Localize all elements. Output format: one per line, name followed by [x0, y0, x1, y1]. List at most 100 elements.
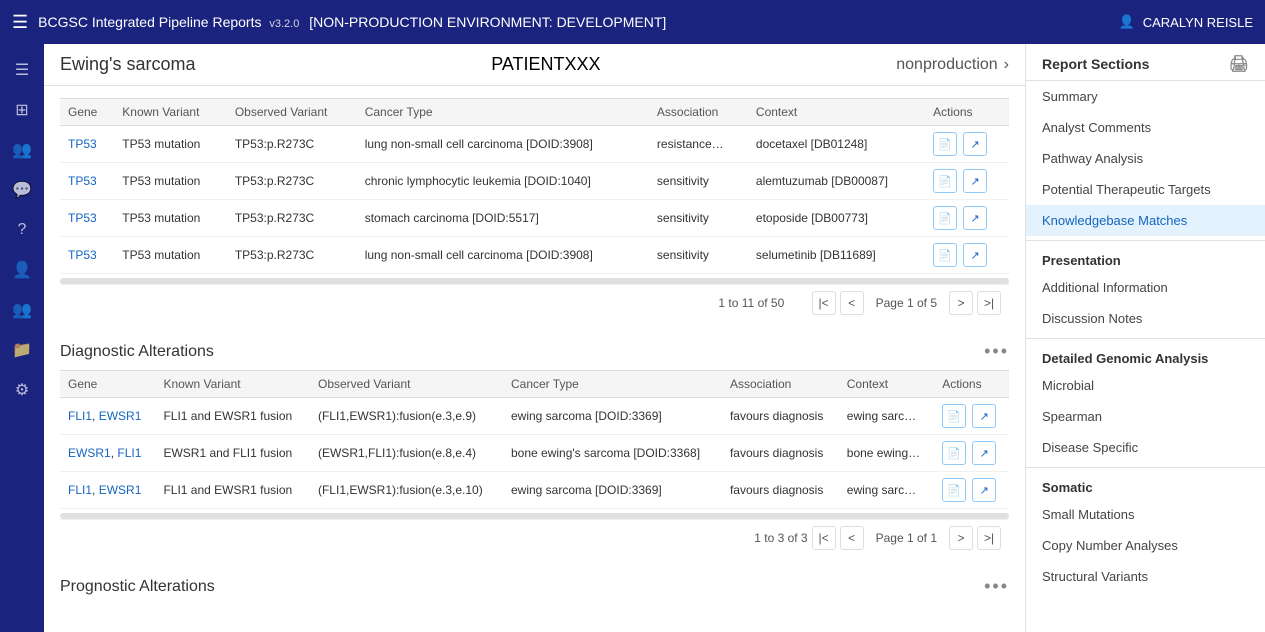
gene-cell: TP53: [60, 126, 114, 163]
right-sidebar: Report Sections 🖨 SummaryAnalyst Comment…: [1025, 44, 1265, 632]
gene-cell: FLI1, EWSR1: [60, 472, 155, 509]
gene-cell: FLI1, EWSR1: [60, 398, 155, 435]
table-row: TP53 TP53 mutation TP53:p.R273C lung non…: [60, 237, 1009, 274]
detail-btn[interactable]: 📄: [933, 206, 957, 230]
nav-help-icon[interactable]: ?: [4, 212, 40, 248]
sidebar-item-small-mutations[interactable]: Small Mutations: [1026, 499, 1265, 530]
known-variant-cell: TP53 mutation: [114, 126, 227, 163]
gene-link[interactable]: TP53: [68, 211, 97, 225]
username-label[interactable]: CARALYN REISLE: [1143, 15, 1253, 30]
gene-link[interactable]: FLI1: [117, 446, 141, 460]
sidebar-item-copy-number-analyses[interactable]: Copy Number Analyses: [1026, 530, 1265, 561]
context-cell: etoposide [DB00773]: [748, 200, 925, 237]
nav-profile-icon[interactable]: 👤: [4, 252, 40, 288]
sidebar-item-summary[interactable]: Summary: [1026, 81, 1265, 112]
sidebar-item-additional-information[interactable]: Additional Information: [1026, 272, 1265, 303]
prognostic-menu-btn[interactable]: •••: [984, 576, 1009, 597]
association-cell: favours diagnosis: [722, 472, 839, 509]
table-row: TP53 TP53 mutation TP53:p.R273C stomach …: [60, 200, 1009, 237]
detail-btn[interactable]: 📄: [942, 404, 966, 428]
cancer-type-cell: bone ewing's sarcoma [DOID:3368]: [503, 435, 722, 472]
diagnostic-menu-btn[interactable]: •••: [984, 341, 1009, 362]
prognostic-section-header: Prognostic Alterations •••: [60, 576, 1009, 597]
observed-variant-cell: (EWSR1,FLI1):fusion(e.8,e.4): [310, 435, 503, 472]
prev-page-btn[interactable]: <: [840, 291, 864, 315]
sidebar-item-potential-therapeutic-targets[interactable]: Potential Therapeutic Targets: [1026, 174, 1265, 205]
nav-users-icon[interactable]: 👥: [4, 132, 40, 168]
association-cell: sensitivity: [649, 237, 748, 274]
actions-cell: 📄 ↗: [934, 435, 1009, 472]
patient-id: PATIENTXXX: [195, 54, 896, 75]
nav-menu-icon[interactable]: ☰: [4, 52, 40, 88]
sidebar-item-discussion-notes[interactable]: Discussion Notes: [1026, 303, 1265, 334]
sidebar-item-disease-specific[interactable]: Disease Specific: [1026, 432, 1265, 463]
detail-btn[interactable]: 📄: [942, 478, 966, 502]
diag-prev-page-btn[interactable]: <: [840, 526, 864, 550]
gene-link[interactable]: EWSR1: [99, 483, 142, 497]
app-title: BCGSC Integrated Pipeline Reports v3.2.0…: [38, 14, 666, 30]
nav-comments-icon[interactable]: 💬: [4, 172, 40, 208]
sidebar-item-analyst-comments[interactable]: Analyst Comments: [1026, 112, 1265, 143]
association-cell: resistance…: [649, 126, 748, 163]
print-icon[interactable]: 🖨: [1229, 54, 1249, 74]
gene-link[interactable]: EWSR1: [99, 409, 142, 423]
col-gene: Gene: [60, 99, 114, 126]
association-cell: sensitivity: [649, 163, 748, 200]
last-page-btn[interactable]: >|: [977, 291, 1001, 315]
external-link-btn[interactable]: ↗: [963, 169, 987, 193]
gene-link[interactable]: TP53: [68, 248, 97, 262]
sidebar-item-pathway-analysis[interactable]: Pathway Analysis: [1026, 143, 1265, 174]
diag-last-page-btn[interactable]: >|: [977, 526, 1001, 550]
sidebar-item-microbial[interactable]: Microbial: [1026, 370, 1265, 401]
observed-variant-cell: TP53:p.R273C: [227, 126, 357, 163]
diagnostic-pagination: 1 to 3 of 3 |< < Page 1 of 1 > >|: [60, 519, 1009, 556]
detail-btn[interactable]: 📄: [933, 132, 957, 156]
sidebar-item-spearman[interactable]: Spearman: [1026, 401, 1265, 432]
report-header: Ewing's sarcoma PATIENTXXX nonproduction…: [44, 44, 1025, 86]
gene-cell: TP53: [60, 200, 114, 237]
gene-link[interactable]: FLI1: [68, 483, 92, 497]
hamburger-icon[interactable]: ☰: [12, 12, 28, 33]
external-link-btn[interactable]: ↗: [972, 441, 996, 465]
external-link-btn[interactable]: ↗: [963, 243, 987, 267]
nav-settings-icon[interactable]: ⚙: [4, 372, 40, 408]
sidebar-item-knowledgebase-matches[interactable]: Knowledgebase Matches: [1026, 205, 1265, 236]
external-link-btn[interactable]: ↗: [972, 478, 996, 502]
sidebar-divider-1: [1026, 240, 1265, 241]
diag-next-page-btn[interactable]: >: [949, 526, 973, 550]
nav-dashboard-icon[interactable]: ⊞: [4, 92, 40, 128]
nav-files-icon[interactable]: 📁: [4, 332, 40, 368]
user-avatar-icon: 👤: [1119, 14, 1135, 30]
context-cell: bone ewing…: [839, 435, 934, 472]
gene-link[interactable]: EWSR1: [68, 446, 111, 460]
gene-link[interactable]: FLI1: [68, 409, 92, 423]
gene-link[interactable]: TP53: [68, 174, 97, 188]
external-link-btn[interactable]: ↗: [972, 404, 996, 428]
gene-link[interactable]: TP53: [68, 137, 97, 151]
detail-btn[interactable]: 📄: [933, 169, 957, 193]
detail-btn[interactable]: 📄: [942, 441, 966, 465]
diag-col-known: Known Variant: [155, 371, 310, 398]
context-cell: ewing sarc…: [839, 398, 934, 435]
external-link-btn[interactable]: ↗: [963, 132, 987, 156]
detail-btn[interactable]: 📄: [933, 243, 957, 267]
cancer-type-cell: stomach carcinoma [DOID:5517]: [357, 200, 649, 237]
nav-group-icon[interactable]: 👥: [4, 292, 40, 328]
first-page-btn[interactable]: |<: [812, 291, 836, 315]
association-cell: sensitivity: [649, 200, 748, 237]
observed-variant-cell: (FLI1,EWSR1):fusion(e.3,e.9): [310, 398, 503, 435]
report-sections-label: Report Sections: [1042, 56, 1149, 72]
col-actions: Actions: [925, 99, 1009, 126]
actions-cell: 📄 ↗: [925, 163, 1009, 200]
diag-col-actions: Actions: [934, 371, 1009, 398]
context-cell: ewing sarc…: [839, 472, 934, 509]
sidebar-item-structural-variants[interactable]: Structural Variants: [1026, 561, 1265, 592]
main-layout: ☰ ⊞ 👥 💬 ? 👤 👥 📁 ⚙ Ewing's sarcoma PATIEN…: [0, 44, 1265, 632]
diag-first-page-btn[interactable]: |<: [812, 526, 836, 550]
actions-cell: 📄 ↗: [925, 237, 1009, 274]
diag-pagination-range: 1 to 3 of 3: [754, 531, 807, 545]
next-page-btn[interactable]: >: [949, 291, 973, 315]
diag-col-assoc: Association: [722, 371, 839, 398]
knowledgebase-pagination: 1 to 11 of 50 |< < Page 1 of 5 > >|: [60, 284, 1009, 321]
external-link-btn[interactable]: ↗: [963, 206, 987, 230]
